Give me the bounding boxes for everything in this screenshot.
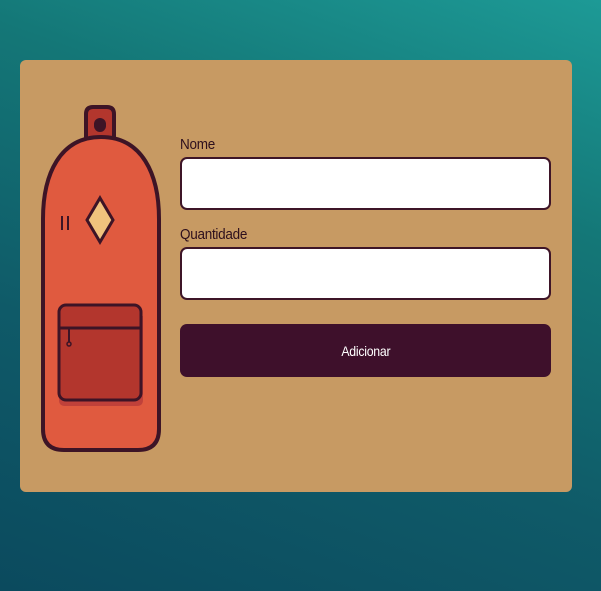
add-button-label: Adicionar: [340, 342, 390, 359]
name-label: Nome: [180, 136, 215, 153]
backpack-icon: [41, 105, 161, 452]
quantity-label: Quantidade: [180, 226, 248, 243]
add-button[interactable]: Adicionar: [180, 324, 551, 377]
name-input[interactable]: [180, 157, 551, 210]
add-item-form: Nome Quantidade Adicionar: [180, 136, 551, 377]
quantity-input[interactable]: [180, 247, 551, 300]
add-item-card: Nome Quantidade Adicionar: [20, 60, 572, 492]
